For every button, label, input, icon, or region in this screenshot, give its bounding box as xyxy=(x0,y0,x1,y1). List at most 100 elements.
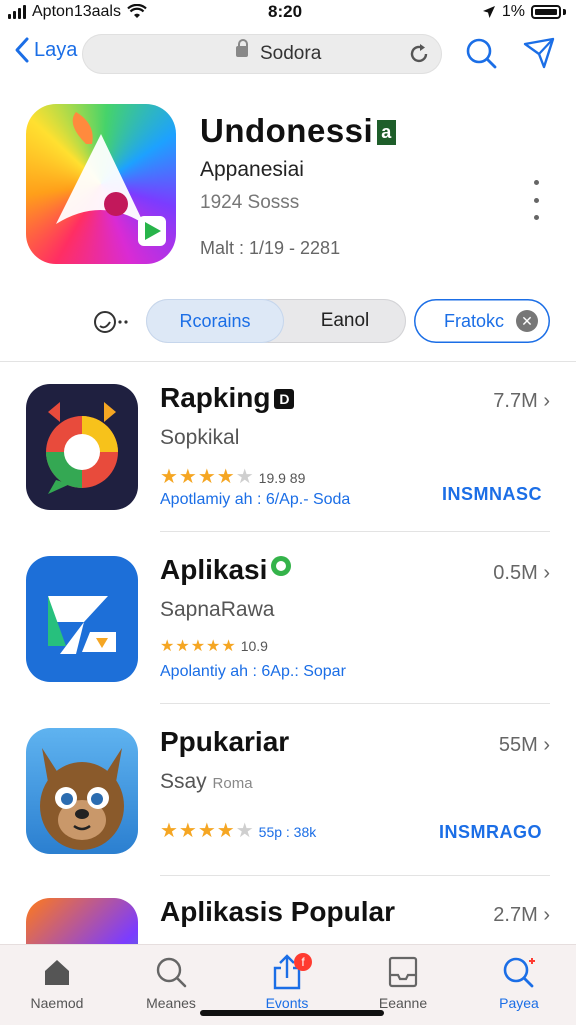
app-size[interactable]: 0.5M › xyxy=(493,562,550,585)
app-icon[interactable] xyxy=(26,104,176,264)
app-name: Aplikasi xyxy=(160,554,292,586)
app-size-text: 7.7M xyxy=(493,390,538,412)
battery-icon xyxy=(531,5,561,19)
app-title-text: Undonessi xyxy=(200,112,374,149)
tab-label: Naemod xyxy=(30,995,84,1011)
lock-icon xyxy=(236,39,248,57)
app-name: Ppukariar xyxy=(160,726,290,757)
app-icon xyxy=(26,556,138,682)
send-icon[interactable] xyxy=(522,36,556,70)
app-icon-art xyxy=(46,402,118,494)
title-tag: a xyxy=(377,120,396,145)
tab-search[interactable]: Meanes xyxy=(116,953,226,1011)
tab-search-alt[interactable]: Payea xyxy=(464,953,574,1011)
url-text: Sodora xyxy=(260,43,322,64)
app-meta-secondary: Malt : 1/19 - 2281 xyxy=(200,238,341,258)
chevron-right-icon: › xyxy=(543,390,550,412)
tab-home[interactable]: Naemod xyxy=(2,953,112,1011)
row-divider xyxy=(160,531,550,532)
app-icon-art xyxy=(56,112,166,246)
home-icon xyxy=(45,960,69,985)
app-developer[interactable]: Appanesiai xyxy=(200,158,304,182)
list-item[interactable]: Aplikasi SapnaRawa 0.5M › ★★★★★ 10.9 Apol… xyxy=(0,534,576,704)
star-rating: ★★★★★ 10.9 xyxy=(160,638,268,655)
app-size-text: 55M xyxy=(498,734,538,756)
app-icon xyxy=(26,728,138,854)
rating-count: 10.9 xyxy=(240,638,268,654)
reload-icon[interactable] xyxy=(406,41,432,67)
app-name: Aplikasis Popular xyxy=(160,896,395,927)
segment-option-a[interactable]: Rcorains xyxy=(146,299,284,343)
filter-pill-label: Fratokc xyxy=(444,311,505,331)
app-name-text: Rapking xyxy=(160,382,271,413)
app-subtitle: Ssay Roma xyxy=(160,770,253,794)
tab-events[interactable]: f Evonts xyxy=(232,953,342,1011)
app-icon xyxy=(26,384,138,510)
app-icon xyxy=(26,898,138,944)
verified-badge-icon xyxy=(271,556,292,576)
chevron-right-icon: › xyxy=(543,734,550,756)
app-name-text: Aplikasi xyxy=(160,554,268,585)
status-bar: Apton13aals 8:20 1% xyxy=(0,0,576,26)
star-rating: ★★★★★ 55p : 38k xyxy=(160,820,317,842)
battery-percent: 1% xyxy=(501,3,525,20)
carrier-label: Apton13aals xyxy=(32,3,121,20)
app-size-text: 2.7M xyxy=(493,904,538,926)
app-developer-link[interactable]: Apolantiy ah : 6Ap.: Sopar xyxy=(160,663,346,681)
app-subtitle: SapnaRawa xyxy=(160,598,275,621)
chevron-right-icon: › xyxy=(543,562,550,584)
app-title: Undonessi a xyxy=(200,112,396,150)
app-size[interactable]: 2.7M › xyxy=(493,904,550,927)
tab-label: Eeanne xyxy=(378,995,428,1011)
wifi-icon xyxy=(127,4,147,18)
app-meta: 1924 Sosss xyxy=(200,192,300,213)
rating-count: 55p : 38k xyxy=(258,824,317,840)
notification-badge: f xyxy=(294,953,312,971)
back-label: Laya xyxy=(34,38,78,61)
app-icon-art xyxy=(40,748,124,850)
tab-label: Evonts xyxy=(265,995,309,1011)
install-button[interactable]: INSMNASC xyxy=(442,484,542,505)
search-icon xyxy=(503,957,535,988)
home-indicator xyxy=(200,1010,384,1016)
status-right: 1% xyxy=(482,3,566,21)
more-options-icon[interactable] xyxy=(526,180,546,220)
app-subtitle-small: Roma xyxy=(212,775,253,792)
row-divider xyxy=(160,703,550,704)
app-name: Rapking D xyxy=(160,382,295,414)
status-time: 8:20 xyxy=(268,2,303,21)
list-item[interactable]: Aplikasis Popular 2.7M › xyxy=(0,876,576,944)
app-subtitle: Sopkikal xyxy=(160,426,240,449)
chevron-left-icon xyxy=(15,37,29,63)
clear-icon[interactable]: ✕ xyxy=(516,310,538,332)
list-item[interactable]: Rapking D Sopkikal 7.7M › ★★★★★ 19.9 89 Ap… xyxy=(0,362,576,532)
tray-icon xyxy=(388,956,418,988)
app-size-text: 0.5M xyxy=(493,562,538,584)
back-button[interactable]: Laya xyxy=(14,36,77,64)
chevron-right-icon: › xyxy=(543,904,550,926)
location-arrow-icon xyxy=(482,6,495,18)
search-icon[interactable] xyxy=(464,36,498,70)
tab-label: Payea xyxy=(499,995,539,1011)
install-button[interactable]: INSMRAGO xyxy=(439,822,542,843)
app-icon-art xyxy=(48,596,116,654)
face-scan-icon[interactable] xyxy=(92,308,132,338)
app-subtitle-text: Ssay xyxy=(160,770,207,793)
tab-tray[interactable]: Eeanne xyxy=(348,953,458,1011)
list-item[interactable]: Ppukariar Ssay Roma 55M › ★★★★★ 55p : 38k… xyxy=(0,706,576,876)
search-icon xyxy=(156,957,187,988)
app-badge: D xyxy=(274,389,295,409)
app-developer-link[interactable]: Apotlamiy ah : 6/Ap.- Soda xyxy=(160,491,350,509)
star-rating: ★★★★★ 19.9 89 xyxy=(160,466,306,488)
segment-option-b[interactable]: Eanol xyxy=(284,299,406,343)
app-size[interactable]: 55M › xyxy=(499,734,550,757)
status-left: Apton13aals xyxy=(8,3,147,21)
segmented-control: Rcorains Eanol xyxy=(146,299,406,343)
filter-pill-button[interactable]: Fratokc ✕ xyxy=(414,299,550,343)
nav-bar: Laya Sodora xyxy=(0,26,576,86)
url-bar[interactable]: Sodora xyxy=(82,34,442,74)
rating-count: 19.9 89 xyxy=(258,470,306,486)
tab-label: Meanes xyxy=(146,995,196,1011)
app-size[interactable]: 7.7M › xyxy=(493,390,550,413)
battery-tip xyxy=(563,9,566,15)
